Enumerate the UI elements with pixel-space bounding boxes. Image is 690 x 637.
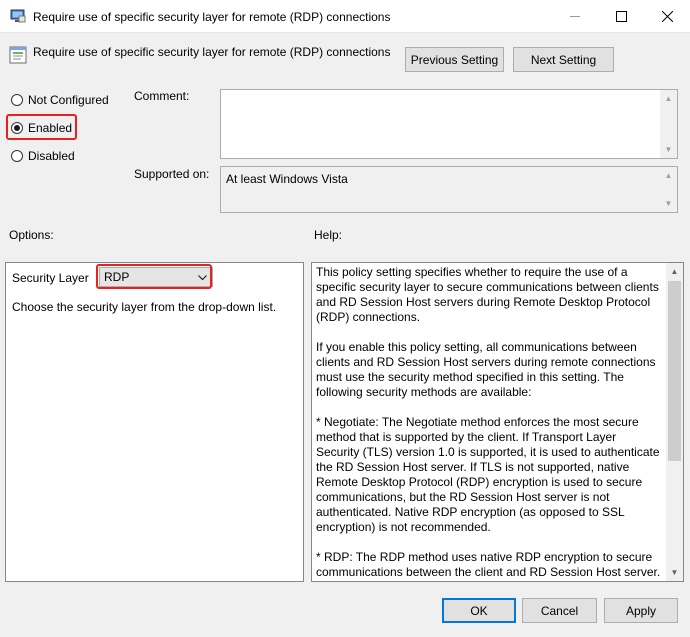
policy-setting-icon xyxy=(9,46,27,64)
supported-scrollbar[interactable]: ▲ ▼ xyxy=(660,167,677,212)
radio-not-configured-circle xyxy=(11,94,23,106)
help-text: This policy setting specifies whether to… xyxy=(316,265,661,581)
cancel-button[interactable]: Cancel xyxy=(522,598,597,623)
scroll-up-icon[interactable]: ▲ xyxy=(666,263,683,280)
minimize-button[interactable] xyxy=(552,0,598,33)
supported-on-field: At least Windows Vista ▲ ▼ xyxy=(220,166,678,213)
previous-setting-button[interactable]: Previous Setting xyxy=(405,47,504,72)
ok-label: OK xyxy=(470,603,488,618)
help-paragraph: * Negotiate: The Negotiate method enforc… xyxy=(316,415,660,534)
radio-enabled[interactable]: Enabled xyxy=(11,121,72,135)
supported-on-label: Supported on: xyxy=(134,167,210,181)
maximize-icon xyxy=(615,11,627,22)
options-panel: Security Layer RDP Choose the security l… xyxy=(5,262,304,582)
radio-enabled-circle xyxy=(11,122,23,134)
security-layer-description: Choose the security layer from the drop-… xyxy=(12,300,277,314)
help-scroll-thumb[interactable] xyxy=(668,281,681,461)
options-label: Options: xyxy=(9,228,54,242)
radio-disabled-label: Disabled xyxy=(28,149,75,163)
title-bar: Require use of specific security layer f… xyxy=(0,0,690,33)
window-title: Require use of specific security layer f… xyxy=(33,10,391,24)
help-scrollbar[interactable]: ▲ ▼ xyxy=(666,263,683,581)
scroll-down-icon[interactable]: ▼ xyxy=(660,195,677,212)
comment-label: Comment: xyxy=(134,89,190,103)
help-paragraph: If you enable this policy setting, all c… xyxy=(316,340,656,399)
policy-app-icon xyxy=(10,9,26,23)
help-paragraph: * RDP: The RDP method uses native RDP en… xyxy=(316,550,661,579)
apply-button[interactable]: Apply xyxy=(604,598,678,623)
ok-button[interactable]: OK xyxy=(442,598,516,623)
scroll-down-icon[interactable]: ▼ xyxy=(660,141,677,158)
maximize-button[interactable] xyxy=(598,0,644,33)
scroll-down-icon[interactable]: ▼ xyxy=(666,564,683,581)
dropdown-highlight-box xyxy=(96,264,212,289)
supported-on-value: At least Windows Vista xyxy=(226,172,348,186)
help-paragraph: This policy setting specifies whether to… xyxy=(316,265,659,324)
scroll-up-icon[interactable]: ▲ xyxy=(660,90,677,107)
security-layer-label: Security Layer xyxy=(12,271,89,285)
apply-label: Apply xyxy=(625,603,657,618)
comment-field[interactable]: ▲ ▼ xyxy=(220,89,678,159)
comment-scrollbar[interactable]: ▲ ▼ xyxy=(660,90,677,158)
radio-not-configured-label: Not Configured xyxy=(28,93,109,107)
cancel-label: Cancel xyxy=(540,603,579,618)
next-setting-label: Next Setting xyxy=(530,52,597,67)
radio-disabled[interactable]: Disabled xyxy=(11,149,75,163)
close-button[interactable] xyxy=(644,0,690,33)
radio-not-configured[interactable]: Not Configured xyxy=(11,93,109,107)
help-label: Help: xyxy=(314,228,343,242)
scroll-up-icon[interactable]: ▲ xyxy=(660,167,677,184)
policy-name: Require use of specific security layer f… xyxy=(33,45,391,59)
next-setting-button[interactable]: Next Setting xyxy=(513,47,614,72)
radio-disabled-circle xyxy=(11,150,23,162)
minimize-icon xyxy=(569,16,580,17)
previous-setting-label: Previous Setting xyxy=(410,52,499,67)
help-panel: This policy setting specifies whether to… xyxy=(311,262,684,582)
radio-enabled-label: Enabled xyxy=(28,121,73,135)
close-icon xyxy=(661,11,673,22)
